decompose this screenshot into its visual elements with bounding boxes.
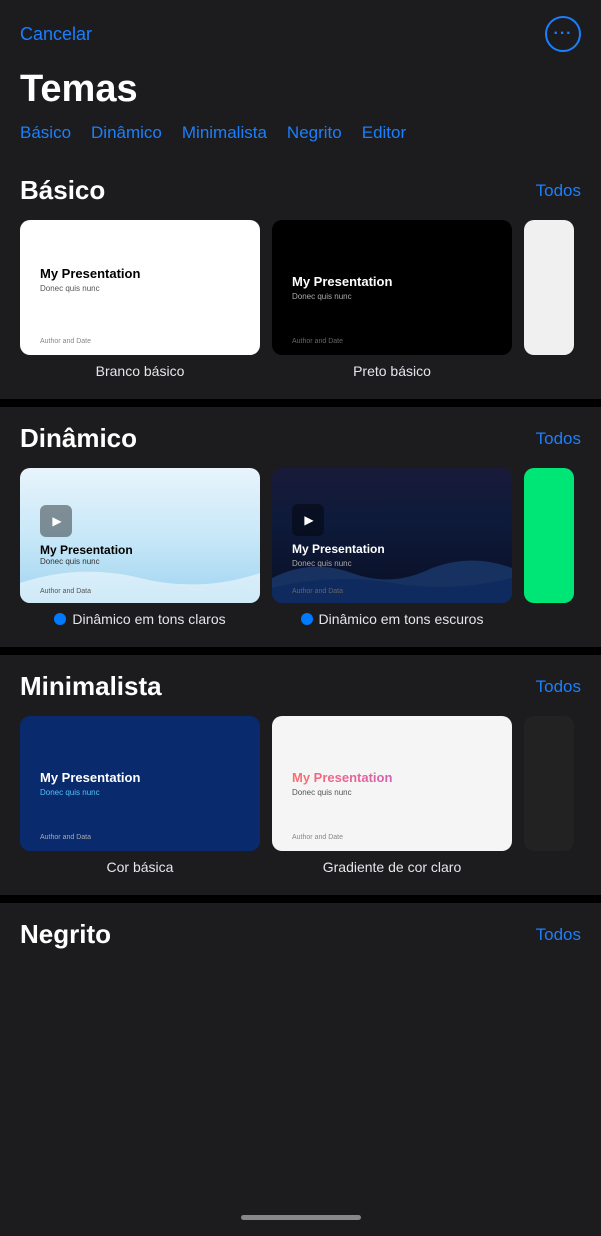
minimal-color-label: Cor básica bbox=[107, 859, 174, 875]
negrito-all-button[interactable]: Todos bbox=[536, 925, 581, 945]
minimalista-themes-row: My Presentation Donec quis nunc Author a… bbox=[0, 716, 601, 895]
section-basico-title: Básico bbox=[20, 175, 105, 206]
dinamico-dark-preview: My Presentation Donec quis nunc Author a… bbox=[272, 468, 512, 603]
branco-preview: My Presentation Donec quis nunc Author a… bbox=[20, 220, 260, 355]
basico-themes-row: My Presentation Donec quis nunc Author a… bbox=[0, 220, 601, 399]
bottom-bar bbox=[0, 1202, 601, 1236]
dot-dark bbox=[301, 613, 313, 625]
minimal-color-author: Author and Data bbox=[40, 834, 91, 841]
tab-minimalista[interactable]: Minimalista bbox=[182, 123, 267, 143]
preto-pres-author: Author and Date bbox=[292, 338, 343, 345]
header: Cancelar ··· bbox=[0, 0, 601, 60]
dinamico-dark-label: Dinâmico em tons escuros bbox=[319, 611, 484, 627]
dinamico-light-label: Dinâmico em tons claros bbox=[72, 611, 225, 627]
minimal-gradient-label: Gradiente de cor claro bbox=[323, 859, 462, 875]
play-icon-light bbox=[40, 505, 72, 537]
minimal-gradient-author: Author and Date bbox=[292, 834, 343, 841]
theme-card-partial-minimalista[interactable] bbox=[524, 716, 574, 875]
theme-card-minimal-color[interactable]: My Presentation Donec quis nunc Author a… bbox=[20, 716, 260, 875]
preto-pres-sub: Donec quis nunc bbox=[292, 292, 492, 301]
section-basico-header: Básico Todos bbox=[0, 175, 601, 220]
partial-preview-dinamico bbox=[524, 468, 574, 603]
section-dinamico-header: Dinâmico Todos bbox=[0, 423, 601, 468]
branco-pres-title: My Presentation bbox=[40, 266, 240, 281]
theme-card-partial-basico[interactable] bbox=[524, 220, 574, 379]
tab-dinamico[interactable]: Dinâmico bbox=[91, 123, 162, 143]
dot-light bbox=[54, 613, 66, 625]
section-minimalista-title: Minimalista bbox=[20, 671, 162, 702]
section-minimalista: Minimalista Todos My Presentation Donec … bbox=[0, 655, 601, 895]
tab-negrito[interactable]: Negrito bbox=[287, 123, 342, 143]
basico-all-button[interactable]: Todos bbox=[536, 181, 581, 201]
minimal-gradient-sub: Donec quis nunc bbox=[292, 788, 492, 797]
dinamico-light-label-row: Dinâmico em tons claros bbox=[54, 611, 225, 627]
dinamico-all-button[interactable]: Todos bbox=[536, 429, 581, 449]
theme-card-partial-dinamico[interactable] bbox=[524, 468, 574, 627]
partial-preview-minimalista bbox=[524, 716, 574, 851]
minimal-gradient-title: My Presentation bbox=[292, 770, 492, 785]
minimal-gradient-preview: My Presentation Donec quis nunc Author a… bbox=[272, 716, 512, 851]
section-basico: Básico Todos My Presentation Donec quis … bbox=[0, 159, 601, 399]
minimal-color-title: My Presentation bbox=[40, 770, 240, 785]
dinamico-dark-label-row: Dinâmico em tons escuros bbox=[301, 611, 484, 627]
tab-editor[interactable]: Editor bbox=[362, 123, 406, 143]
theme-card-dinamico-dark[interactable]: My Presentation Donec quis nunc Author a… bbox=[272, 468, 512, 627]
separator-3 bbox=[0, 895, 601, 903]
minimalista-all-button[interactable]: Todos bbox=[536, 677, 581, 697]
preto-label: Preto básico bbox=[353, 363, 431, 379]
dinamico-light-preview: My Presentation Donec quis nunc Author a… bbox=[20, 468, 260, 603]
category-tabs: Básico Dinâmico Minimalista Negrito Edit… bbox=[0, 123, 601, 159]
section-negrito: Negrito Todos bbox=[0, 903, 601, 964]
play-icon-dark bbox=[292, 504, 324, 536]
more-button[interactable]: ··· bbox=[545, 16, 581, 52]
branco-pres-sub: Donec quis nunc bbox=[40, 284, 240, 293]
cancel-button[interactable]: Cancelar bbox=[20, 24, 92, 45]
section-minimalista-header: Minimalista Todos bbox=[0, 671, 601, 716]
separator-2 bbox=[0, 647, 601, 655]
preto-preview: My Presentation Donec quis nunc Author a… bbox=[272, 220, 512, 355]
theme-card-branco[interactable]: My Presentation Donec quis nunc Author a… bbox=[20, 220, 260, 379]
minimal-color-sub: Donec quis nunc bbox=[40, 788, 240, 797]
home-indicator bbox=[241, 1215, 361, 1220]
page-title: Temas bbox=[0, 60, 601, 123]
theme-card-preto[interactable]: My Presentation Donec quis nunc Author a… bbox=[272, 220, 512, 379]
theme-card-dinamico-light[interactable]: My Presentation Donec quis nunc Author a… bbox=[20, 468, 260, 627]
theme-card-minimal-gradient[interactable]: My Presentation Donec quis nunc Author a… bbox=[272, 716, 512, 875]
section-negrito-title: Negrito bbox=[20, 919, 111, 950]
section-dinamico: Dinâmico Todos My Presentation Donec qui… bbox=[0, 407, 601, 647]
section-dinamico-title: Dinâmico bbox=[20, 423, 137, 454]
dinamico-dark-author: Author and Data bbox=[292, 588, 343, 595]
dinamico-themes-row: My Presentation Donec quis nunc Author a… bbox=[0, 468, 601, 647]
branco-pres-author: Author and Date bbox=[40, 338, 91, 345]
preto-pres-title: My Presentation bbox=[292, 274, 492, 289]
section-negrito-header: Negrito Todos bbox=[0, 919, 601, 964]
partial-preview-basico bbox=[524, 220, 574, 355]
dinamico-light-title: My Presentation bbox=[40, 543, 240, 557]
tab-basico[interactable]: Básico bbox=[20, 123, 71, 143]
branco-label: Branco básico bbox=[96, 363, 185, 379]
separator-1 bbox=[0, 399, 601, 407]
minimal-color-preview: My Presentation Donec quis nunc Author a… bbox=[20, 716, 260, 851]
dinamico-light-sub: Donec quis nunc bbox=[40, 557, 240, 566]
dinamico-light-author: Author and Data bbox=[40, 588, 91, 595]
